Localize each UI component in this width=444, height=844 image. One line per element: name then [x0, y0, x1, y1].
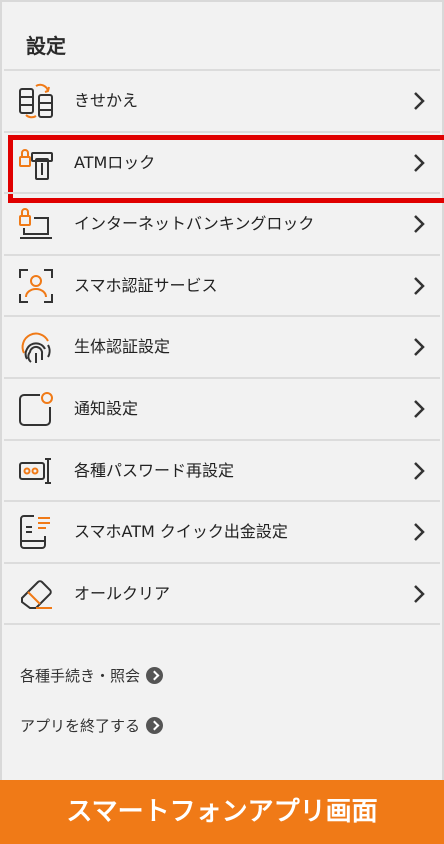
menu-item-label: ATMロック	[74, 152, 156, 172]
arrow-circle-icon	[146, 716, 164, 734]
menu-item-biometric[interactable]: 生体認証設定	[4, 315, 440, 377]
link-label: アプリを終了する	[20, 716, 141, 735]
chevron-right-icon	[414, 338, 425, 357]
page-title: 設定	[26, 34, 66, 58]
menu-item-smartphone-auth[interactable]: スマホ認証サービス	[4, 253, 440, 316]
menu-item-smartphone-atm[interactable]: スマホATM クイック出金設定	[4, 500, 440, 562]
chevron-right-icon	[414, 461, 425, 480]
chevron-right-icon	[414, 215, 425, 234]
chevron-right-icon	[414, 584, 425, 603]
chevron-right-icon	[414, 523, 425, 542]
menu-item-label: きせかえ	[74, 91, 139, 110]
notification-icon	[19, 391, 53, 426]
menu-item-internet-banking-lock[interactable]: インターネットバンキングロック	[4, 192, 440, 254]
smartphone-atm-icon	[20, 515, 50, 550]
fingerprint-icon	[21, 332, 51, 364]
caption-banner: スマートフォンアプリ画面	[0, 780, 444, 844]
menu-item-all-clear[interactable]: オールクリア	[4, 561, 440, 624]
settings-menu: きせかえ ATMロック インターネットバンキングロック スマホ認証サービス 生体…	[4, 69, 444, 626]
eraser-icon	[21, 580, 52, 609]
menu-item-notification[interactable]: 通知設定	[4, 376, 440, 439]
atm-lock-icon	[19, 148, 53, 180]
menu-item-label: 各種パスワード再設定	[74, 460, 235, 480]
procedures-inquiry-link[interactable]: 各種手続き・照会	[20, 660, 164, 690]
arrow-circle-icon	[146, 666, 164, 684]
settings-screen: 設定 きせかえ ATMロック インターネットバンキングロック スマホ認証サービス…	[0, 0, 444, 844]
menu-item-label: スマホATM クイック出金設定	[74, 522, 288, 542]
password-reset-icon	[19, 457, 51, 484]
exit-app-link[interactable]: アプリを終了する	[20, 710, 164, 740]
menu-item-label: 通知設定	[74, 398, 139, 418]
chevron-right-icon	[414, 92, 425, 110]
menu-item-atm-lock[interactable]: ATMロック	[4, 130, 444, 203]
chevron-right-icon	[414, 153, 425, 172]
menu-item-label: スマホ認証サービス	[74, 275, 218, 295]
menu-item-password-reset[interactable]: 各種パスワード再設定	[4, 438, 440, 501]
menu-bottom-divider	[4, 623, 440, 626]
menu-item-label: インターネットバンキングロック	[74, 214, 315, 234]
menu-item-label: オールクリア	[74, 583, 171, 603]
menu-item-theme[interactable]: きせかえ	[4, 69, 440, 131]
theme-icon	[19, 83, 53, 119]
link-label: 各種手続き・照会	[20, 666, 141, 685]
chevron-right-icon	[414, 400, 425, 418]
footer-links: 各種手続き・照会 アプリを終了する	[20, 660, 164, 760]
face-auth-icon	[19, 268, 53, 303]
menu-item-label: 生体認証設定	[74, 337, 171, 357]
internet-banking-lock-icon	[19, 208, 52, 240]
chevron-right-icon	[414, 276, 425, 295]
